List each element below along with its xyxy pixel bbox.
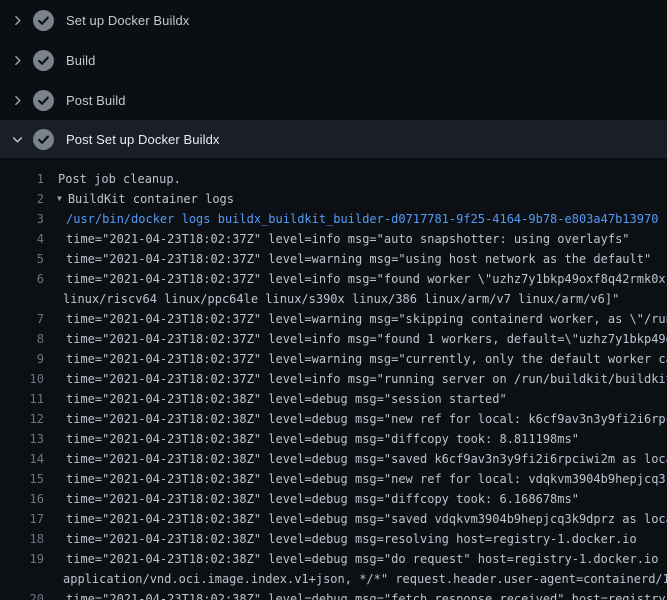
log-text: time="2021-04-23T18:02:38Z" level=debug … (66, 509, 667, 529)
line-number[interactable]: 11 (0, 389, 44, 409)
log-text: linux/riscv64 linux/ppc64le linux/s390x … (63, 289, 619, 309)
step-label: Build (66, 53, 95, 68)
log-line: 7 time="2021-04-23T18:02:37Z" level=warni… (0, 309, 667, 329)
check-circle-icon (33, 90, 54, 111)
line-number[interactable]: 9 (0, 349, 44, 369)
line-number (0, 289, 44, 309)
chevron-right-icon[interactable] (9, 12, 25, 28)
chevron-right-icon[interactable] (9, 92, 25, 108)
line-number[interactable]: 5 (0, 249, 44, 269)
log-text: time="2021-04-23T18:02:37Z" level=info m… (66, 329, 667, 349)
log-line: application/vnd.oci.image.index.v1+json,… (0, 569, 667, 589)
line-number[interactable]: 14 (0, 449, 44, 469)
log-text: BuildKit container logs (68, 189, 234, 209)
line-number[interactable]: 19 (0, 549, 44, 569)
step-row-build[interactable]: Build (0, 40, 667, 80)
log-text: time="2021-04-23T18:02:38Z" level=debug … (66, 409, 667, 429)
log-text: time="2021-04-23T18:02:38Z" level=debug … (66, 529, 637, 549)
log-text: time="2021-04-23T18:02:37Z" level=warnin… (66, 309, 667, 329)
line-number[interactable]: 1 (0, 169, 44, 189)
log-line: 15 time="2021-04-23T18:02:38Z" level=debu… (0, 469, 667, 489)
log-line: 4 time="2021-04-23T18:02:37Z" level=info … (0, 229, 667, 249)
log-text: time="2021-04-23T18:02:38Z" level=debug … (66, 549, 667, 569)
line-number[interactable]: 18 (0, 529, 44, 549)
log-line: 9 time="2021-04-23T18:02:37Z" level=warni… (0, 349, 667, 369)
check-circle-icon (33, 129, 54, 150)
log-text: time="2021-04-23T18:02:38Z" level=debug … (66, 389, 507, 409)
log-group-row[interactable]: 2 ▼ BuildKit container logs (0, 189, 667, 209)
chevron-down-icon[interactable] (9, 131, 25, 147)
log-text: time="2021-04-23T18:02:38Z" level=debug … (66, 489, 579, 509)
line-number[interactable]: 2 (0, 189, 44, 209)
log-text: time="2021-04-23T18:02:38Z" level=debug … (66, 589, 667, 600)
step-label: Set up Docker Buildx (66, 13, 189, 28)
log-text: time="2021-04-23T18:02:37Z" level=info m… (66, 269, 667, 289)
log-line: 6 time="2021-04-23T18:02:37Z" level=info … (0, 269, 667, 289)
check-circle-icon (33, 10, 54, 31)
log-line: 18 time="2021-04-23T18:02:38Z" level=debu… (0, 529, 667, 549)
log-text: time="2021-04-23T18:02:38Z" level=debug … (66, 449, 667, 469)
log-text: time="2021-04-23T18:02:38Z" level=debug … (66, 429, 579, 449)
log-text: Post job cleanup. (58, 169, 181, 189)
job-log-viewer: Set up Docker Buildx Build Post Build Post … (0, 0, 667, 600)
step-row-post-set-up-docker-buildx[interactable]: Post Set up Docker Buildx (0, 120, 667, 158)
log-line: 17 time="2021-04-23T18:02:38Z" level=debu… (0, 509, 667, 529)
log-line: 20 time="2021-04-23T18:02:38Z" level=debu… (0, 589, 667, 600)
log-line: 16 time="2021-04-23T18:02:38Z" level=debu… (0, 489, 667, 509)
log-line: 10 time="2021-04-23T18:02:37Z" level=info… (0, 369, 667, 389)
log-line: 14 time="2021-04-23T18:02:38Z" level=debu… (0, 449, 667, 469)
line-number[interactable]: 12 (0, 409, 44, 429)
command-text: /usr/bin/docker logs buildx_buildkit_bui… (66, 209, 658, 229)
check-circle-icon (33, 50, 54, 71)
log-text: time="2021-04-23T18:02:37Z" level=warnin… (66, 249, 651, 269)
line-number[interactable]: 4 (0, 229, 44, 249)
log-line: 5 time="2021-04-23T18:02:37Z" level=warni… (0, 249, 667, 269)
log-line: 1 Post job cleanup. (0, 169, 667, 189)
log-line: 19 time="2021-04-23T18:02:38Z" level=debu… (0, 549, 667, 569)
line-number[interactable]: 16 (0, 489, 44, 509)
line-number[interactable]: 7 (0, 309, 44, 329)
line-number[interactable]: 3 (0, 209, 44, 229)
step-label: Post Build (66, 93, 126, 108)
log-line: 3/usr/bin/docker logs buildx_buildkit_bu… (0, 209, 667, 229)
line-number (0, 569, 44, 589)
log-text: application/vnd.oci.image.index.v1+json,… (63, 569, 667, 589)
log-line: 11 time="2021-04-23T18:02:38Z" level=debu… (0, 389, 667, 409)
log-text: time="2021-04-23T18:02:38Z" level=debug … (66, 469, 667, 489)
line-number[interactable]: 8 (0, 329, 44, 349)
chevron-right-icon[interactable] (9, 52, 25, 68)
line-number[interactable]: 15 (0, 469, 44, 489)
line-number[interactable]: 6 (0, 269, 44, 289)
log-line: 12 time="2021-04-23T18:02:38Z" level=debu… (0, 409, 667, 429)
step-row-post-build[interactable]: Post Build (0, 80, 667, 120)
log-text: time="2021-04-23T18:02:37Z" level=info m… (66, 369, 667, 389)
log-text: time="2021-04-23T18:02:37Z" level=warnin… (66, 349, 667, 369)
line-number[interactable]: 10 (0, 369, 44, 389)
log-area: 1 Post job cleanup. 2 ▼ BuildKit container l… (0, 158, 667, 600)
line-number[interactable]: 17 (0, 509, 44, 529)
log-line: linux/riscv64 linux/ppc64le linux/s390x … (0, 289, 667, 309)
line-number[interactable]: 13 (0, 429, 44, 449)
collapse-triangle-icon[interactable]: ▼ (57, 189, 62, 209)
log-line: 8 time="2021-04-23T18:02:37Z" level=info … (0, 329, 667, 349)
line-number[interactable]: 20 (0, 589, 44, 600)
log-text: time="2021-04-23T18:02:37Z" level=info m… (66, 229, 630, 249)
step-row-set-up-docker-buildx[interactable]: Set up Docker Buildx (0, 0, 667, 40)
step-label: Post Set up Docker Buildx (66, 132, 220, 147)
steps-list: Set up Docker Buildx Build Post Build Post … (0, 0, 667, 158)
log-line: 13 time="2021-04-23T18:02:38Z" level=debu… (0, 429, 667, 449)
